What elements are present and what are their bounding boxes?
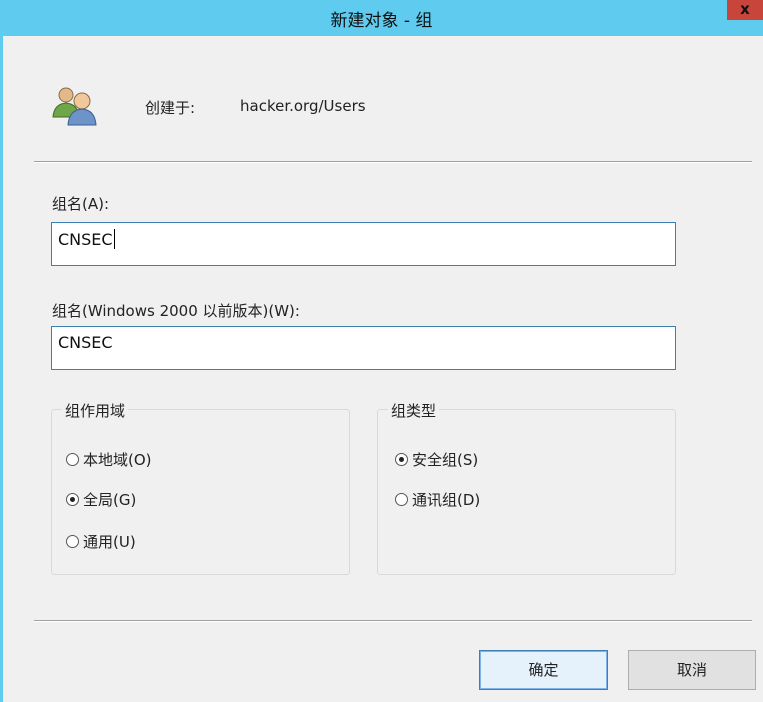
group-scope-box: 组作用域 本地域(O) 全局(G) 通用(U) [51,400,350,575]
group-users-icon [52,87,97,126]
scope-option-universal[interactable]: 通用(U) [66,531,136,553]
text-caret [113,229,115,249]
radio-domain-local[interactable] [66,453,79,466]
container-path: hacker.org/Users [240,97,366,115]
radio-distribution[interactable] [395,493,408,506]
ok-button[interactable]: 确定 [479,650,608,690]
group-type-box: 组类型 安全组(S) 通讯组(D) [377,400,676,575]
pre2000-name-label: 组名(Windows 2000 以前版本)(W): [52,302,300,320]
radio-security[interactable] [395,453,408,466]
scope-option-label: 通用(U) [83,533,136,551]
scope-option-global[interactable]: 全局(G) [66,489,136,511]
divider-bottom-highlight [34,621,752,622]
type-option-distribution[interactable]: 通讯组(D) [395,489,480,511]
group-name-label: 组名(A): [52,195,110,213]
radio-global[interactable] [66,493,79,506]
close-button[interactable]: x [727,0,763,20]
scope-option-domain-local[interactable]: 本地域(O) [66,449,152,471]
type-option-label: 通讯组(D) [412,491,481,509]
group-name-value: CNSEC [58,230,113,249]
title-bar: 新建对象 - 组 x [0,0,763,36]
group-name-input[interactable]: CNSEC [51,222,676,266]
type-option-label: 安全组(S) [412,451,479,469]
group-type-legend: 组类型 [388,400,440,421]
type-option-security[interactable]: 安全组(S) [395,449,478,471]
radio-universal[interactable] [66,535,79,548]
pre2000-name-value: CNSEC [58,333,113,352]
window-title: 新建对象 - 组 [330,11,433,31]
scope-option-label: 本地域(O) [83,451,152,469]
cancel-button[interactable]: 取消 [628,650,756,690]
created-in-label: 创建于: [145,99,196,117]
window-left-border [0,36,3,702]
pre2000-name-input[interactable]: CNSEC [51,326,676,370]
scope-option-label: 全局(G) [83,491,137,509]
divider-top-highlight [34,162,752,163]
group-scope-legend: 组作用域 [62,400,129,421]
